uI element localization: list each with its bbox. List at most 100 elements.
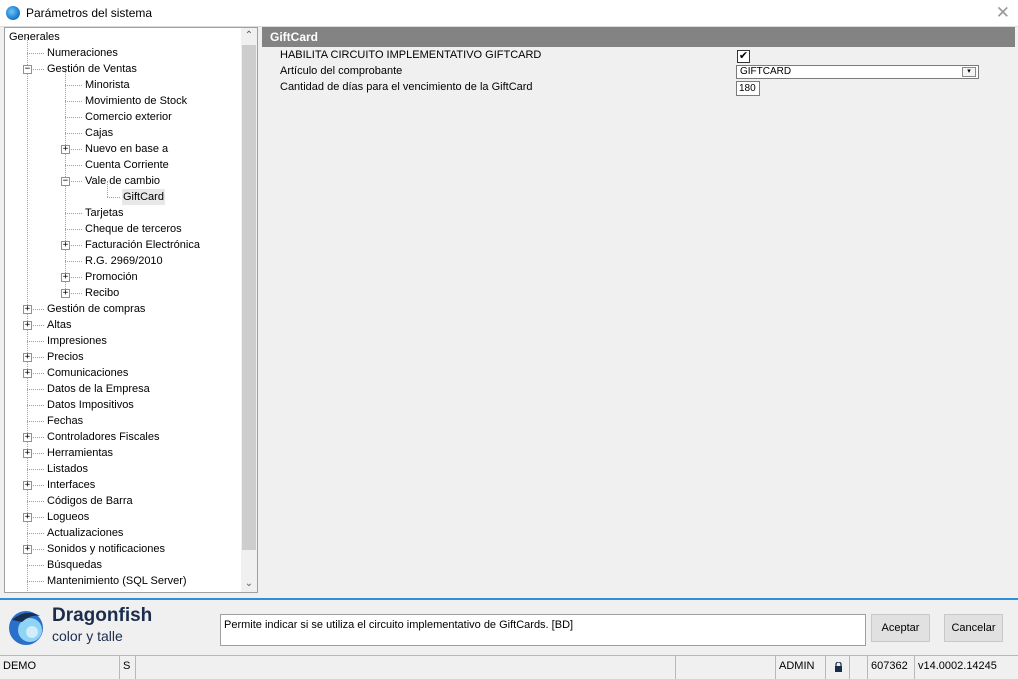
cancel-button[interactable]: Cancelar — [944, 614, 1003, 642]
tree-item-label: Recibo — [85, 287, 120, 299]
tree-connector — [27, 341, 44, 342]
tree-item[interactable]: + Comunicaciones — [5, 365, 242, 381]
tree-connector — [27, 421, 44, 422]
tree-item[interactable]: − Vale de cambio — [5, 173, 242, 189]
articulo-select[interactable]: GIFTCARD ▾ — [736, 65, 979, 79]
tree-item[interactable]: Tarjetas — [5, 205, 242, 221]
tree-item[interactable]: + Facturación Electrónica — [5, 237, 242, 253]
articulo-value: GIFTCARD — [740, 66, 792, 77]
tree-item[interactable]: + Nuevo en base a — [5, 141, 242, 157]
tree-item-label: Interfaces — [47, 479, 96, 491]
tree-item-label: Actualizaciones — [47, 527, 124, 539]
section-title: GiftCard — [262, 27, 1015, 47]
close-icon[interactable]: ✕ — [996, 3, 1010, 23]
tree-item[interactable]: Cajas — [5, 125, 242, 141]
tree-item-label: Cheque de terceros — [85, 223, 182, 235]
parameters-tree[interactable]: Generales Numeraciones − Gestión de Ventas M… — [4, 27, 258, 593]
tree-item[interactable]: + Precios — [5, 349, 242, 365]
collapse-icon[interactable]: − — [23, 65, 32, 74]
expand-icon[interactable]: + — [23, 353, 32, 362]
habilita-checkbox[interactable]: ✔ — [737, 50, 750, 63]
dropdown-arrow-icon[interactable]: ▾ — [962, 67, 976, 77]
tree-item[interactable]: Datos de la Empresa — [5, 381, 242, 397]
tree-item[interactable]: Movimiento de Stock — [5, 93, 242, 109]
tree-content: Generales Numeraciones − Gestión de Ventas M… — [5, 28, 242, 592]
tree-item[interactable]: + Interfaces — [5, 477, 242, 493]
expand-icon[interactable]: + — [23, 321, 32, 330]
tree-item-label: Herramientas — [47, 447, 114, 459]
tree-item[interactable]: + Recibo — [5, 285, 242, 301]
tree-connector — [27, 469, 44, 470]
brand-subtitle: color y talle — [52, 628, 123, 644]
tree-item[interactable]: Códigos de Barra — [5, 493, 242, 509]
lock-icon — [835, 662, 842, 672]
tree-item[interactable]: Actualizaciones — [5, 525, 242, 541]
tree-item-label: Cajas — [85, 127, 114, 139]
tree-item[interactable]: Listados — [5, 461, 242, 477]
tree-item[interactable]: Datos Impositivos — [5, 397, 242, 413]
tree-connector — [65, 165, 82, 166]
tree-item-label: Movimiento de Stock — [85, 95, 188, 107]
tree-connector — [27, 405, 44, 406]
tree-connector — [65, 133, 82, 134]
tree-item[interactable]: R.G. 2969/2010 — [5, 253, 242, 269]
tree-item[interactable]: Impresiones — [5, 333, 242, 349]
tree-item[interactable]: + Logueos — [5, 509, 242, 525]
expand-icon[interactable]: + — [23, 545, 32, 554]
status-user: ADMIN — [776, 656, 826, 679]
tree-connector — [27, 53, 44, 54]
tree-item[interactable]: Cuenta Corriente — [5, 157, 242, 173]
tree-item[interactable]: Numeraciones — [5, 45, 242, 61]
brand-name: Dragonfish — [52, 605, 153, 626]
status-number: 607362 — [868, 656, 915, 679]
help-text: Permite indicar si se utiliza el circuit… — [220, 614, 866, 646]
dias-input[interactable]: 180 — [736, 81, 760, 96]
tree-connector — [65, 85, 82, 86]
tree-connector — [27, 565, 44, 566]
tree-item[interactable]: Comercio exterior — [5, 109, 242, 125]
tree-item[interactable]: GiftCard — [5, 189, 242, 205]
tree-item-label: Mantenimiento (SQL Server) — [47, 575, 187, 587]
tree-item-label: Vale de cambio — [85, 175, 161, 187]
expand-icon[interactable]: + — [23, 305, 32, 314]
status-lock — [826, 656, 850, 679]
tree-item-label: Diálogos — [46, 589, 91, 592]
expand-icon[interactable]: + — [23, 481, 32, 490]
expand-icon[interactable]: + — [23, 369, 32, 378]
tree-item-label: Generales — [9, 31, 60, 43]
status-version: v14.0002.14245 — [918, 660, 997, 672]
scroll-thumb[interactable] — [242, 45, 256, 550]
scroll-down-icon[interactable]: ⌄ — [241, 576, 257, 592]
tree-item[interactable]: + Promoción — [5, 269, 242, 285]
tree-item[interactable]: + Herramientas — [5, 445, 242, 461]
expand-icon[interactable]: + — [61, 289, 70, 298]
detail-panel: GiftCard HABILITA CIRCUITO IMPLEMENTATIV… — [262, 27, 1015, 593]
tree-item[interactable]: − Gestión de Ventas — [5, 61, 242, 77]
expand-icon[interactable]: + — [23, 433, 32, 442]
tree-item[interactable]: Minorista — [5, 77, 242, 93]
tree-item-label: Comunicaciones — [47, 367, 129, 379]
collapse-icon[interactable]: − — [61, 177, 70, 186]
tree-item-label: Altas — [47, 319, 72, 331]
tree-item[interactable]: + Gestión de compras — [5, 301, 242, 317]
scroll-up-icon[interactable]: ⌃ — [241, 28, 257, 44]
tree-item[interactable]: Fechas — [5, 413, 242, 429]
tree-scrollbar[interactable]: ⌃ ⌄ — [241, 28, 257, 592]
tree-item[interactable]: + Sonidos y notificaciones — [5, 541, 242, 557]
expand-icon[interactable]: + — [23, 513, 32, 522]
tree-connector — [27, 533, 44, 534]
expand-icon[interactable]: + — [61, 273, 70, 282]
status-mode: S — [120, 656, 136, 679]
expand-icon[interactable]: + — [61, 145, 70, 154]
tree-item[interactable]: + Controladores Fiscales — [5, 429, 242, 445]
expand-icon[interactable]: + — [23, 449, 32, 458]
tree-item[interactable]: Diálogos — [5, 589, 242, 592]
expand-icon[interactable]: + — [61, 241, 70, 250]
tree-item[interactable]: Mantenimiento (SQL Server) — [5, 573, 242, 589]
status-blank-1 — [136, 656, 676, 679]
accept-button[interactable]: Aceptar — [871, 614, 930, 642]
tree-item[interactable]: Generales — [5, 29, 242, 45]
tree-item[interactable]: + Altas — [5, 317, 242, 333]
tree-item[interactable]: Cheque de terceros — [5, 221, 242, 237]
tree-item[interactable]: Búsquedas — [5, 557, 242, 573]
